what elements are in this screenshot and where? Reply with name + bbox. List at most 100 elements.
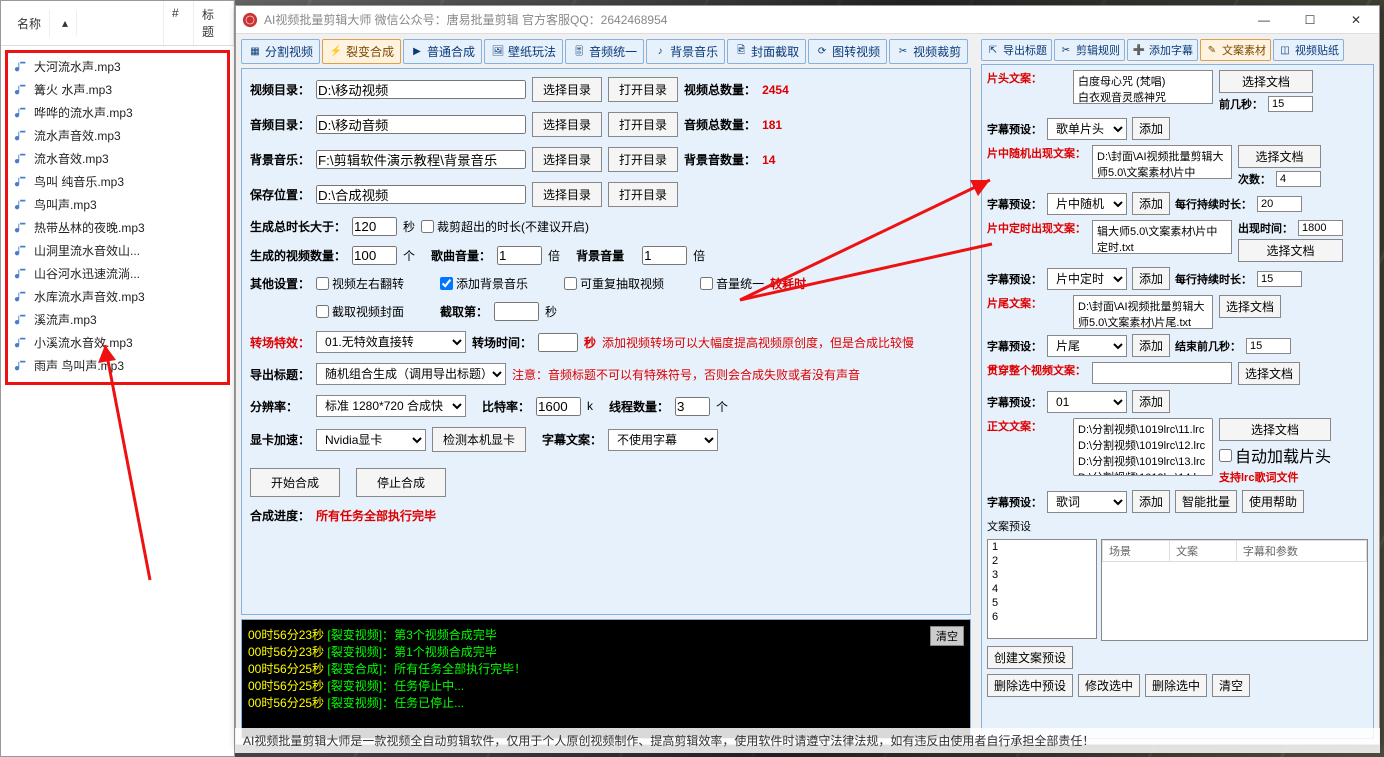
preset1-add-button[interactable]: 添加 bbox=[1132, 117, 1170, 140]
minimize-button[interactable]: — bbox=[1241, 6, 1287, 34]
mid-fixed-textarea[interactable]: 辑大师5.0\文案素材\片中定时.txt bbox=[1092, 220, 1232, 254]
col-name[interactable]: 名称▴ bbox=[1, 1, 164, 45]
preset3-add-button[interactable]: 添加 bbox=[1132, 267, 1170, 290]
tail-choose-button[interactable]: 选择文档 bbox=[1219, 295, 1281, 318]
times-input[interactable] bbox=[1276, 171, 1321, 187]
file-item[interactable]: 流水音效.mp3 bbox=[8, 147, 227, 170]
flip-checkbox[interactable]: 视频左右翻转 bbox=[316, 275, 404, 292]
preset5-select[interactable]: 01 bbox=[1047, 391, 1127, 413]
audio-dir-open-button[interactable]: 打开目录 bbox=[608, 112, 678, 137]
through-textarea[interactable] bbox=[1092, 362, 1232, 384]
preset-item[interactable]: 1 bbox=[988, 540, 1096, 554]
each-dur-input[interactable] bbox=[1257, 196, 1302, 212]
preset-item[interactable]: 2 bbox=[988, 554, 1096, 568]
export-select[interactable]: 随机组合生成（调用导出标题） bbox=[316, 363, 506, 385]
song-vol-input[interactable] bbox=[497, 246, 542, 265]
preset5-add-button[interactable]: 添加 bbox=[1132, 390, 1170, 413]
file-item[interactable]: 流水声音效.mp3 bbox=[8, 124, 227, 147]
maximize-button[interactable]: ☐ bbox=[1287, 6, 1333, 34]
sub-select[interactable]: 不使用字幕 bbox=[608, 429, 718, 451]
preset-grid[interactable]: 场景文案字幕和参数 bbox=[1101, 539, 1368, 641]
preset2-add-button[interactable]: 添加 bbox=[1132, 192, 1170, 215]
log-console[interactable]: 清空 00时56分23秒 [裂变视频]：第3个视频合成完毕00时56分23秒 [… bbox=[241, 619, 971, 739]
file-item[interactable]: 溪流声.mp3 bbox=[8, 308, 227, 331]
tab-普通合成[interactable]: ▶普通合成 bbox=[403, 39, 482, 64]
preset6-add-button[interactable]: 添加 bbox=[1132, 490, 1170, 513]
preset-item[interactable]: 3 bbox=[988, 568, 1096, 582]
add-bgm-checkbox[interactable]: 添加背景音乐 bbox=[440, 275, 528, 292]
file-item[interactable]: 篝火 水声.mp3 bbox=[8, 78, 227, 101]
gpu-select[interactable]: Nvidia显卡 bbox=[316, 429, 426, 451]
file-item[interactable]: 鸟叫 纯音乐.mp3 bbox=[8, 170, 227, 193]
help-button[interactable]: 使用帮助 bbox=[1242, 490, 1304, 513]
head-choose-button[interactable]: 选择文档 bbox=[1219, 70, 1313, 93]
preset6-select[interactable]: 歌词 bbox=[1047, 491, 1127, 513]
tab-视频贴纸[interactable]: ◫视频贴纸 bbox=[1273, 39, 1344, 61]
file-item[interactable]: 小溪流水音效.mp3 bbox=[8, 331, 227, 354]
appear-input[interactable] bbox=[1298, 220, 1343, 236]
video-dir-input[interactable] bbox=[316, 80, 526, 99]
gen-dur-input[interactable] bbox=[352, 217, 397, 236]
tab-添加字幕[interactable]: ➕添加字幕 bbox=[1127, 39, 1198, 61]
del-preset-button[interactable]: 删除选中预设 bbox=[987, 674, 1073, 697]
video-dir-open-button[interactable]: 打开目录 bbox=[608, 77, 678, 102]
mid-rand-choose-button[interactable]: 选择文档 bbox=[1238, 145, 1321, 168]
col-title[interactable]: 标题 bbox=[194, 1, 234, 45]
tab-图转视频[interactable]: ⟳图转视频 bbox=[808, 39, 887, 64]
preset2-select[interactable]: 片中随机 bbox=[1047, 193, 1127, 215]
tab-裂变合成[interactable]: ⚡裂变合成 bbox=[322, 39, 401, 64]
titlebar[interactable]: AI视频批量剪辑大师 微信公众号：唐易批量剪辑 官方客服QQ：264246895… bbox=[236, 6, 1379, 34]
bitrate-input[interactable] bbox=[536, 397, 581, 416]
file-item[interactable]: 哗哗的流水声.mp3 bbox=[8, 101, 227, 124]
del-sel-button[interactable]: 删除选中 bbox=[1145, 674, 1207, 697]
main-listbox[interactable]: D:\分割视频\1019lrc\11.lrcD:\分割视频\1019lrc\12… bbox=[1073, 418, 1213, 476]
preset-item[interactable]: 4 bbox=[988, 582, 1096, 596]
preset3-select[interactable]: 片中定时 bbox=[1047, 268, 1127, 290]
tab-壁纸玩法[interactable]: 🖼壁纸玩法 bbox=[484, 39, 563, 64]
head-textarea[interactable]: 白度母心咒 (梵唱) 白衣观音灵感神咒 bbox=[1073, 70, 1213, 104]
cover-pos-input[interactable] bbox=[494, 302, 539, 321]
save-dir-select-button[interactable]: 选择目录 bbox=[532, 182, 602, 207]
preset1-select[interactable]: 歌单片头 bbox=[1047, 118, 1127, 140]
bgm-dir-select-button[interactable]: 选择目录 bbox=[532, 147, 602, 172]
clear-button[interactable]: 清空 bbox=[1212, 674, 1250, 697]
tab-导出标题[interactable]: ⇱导出标题 bbox=[981, 39, 1052, 61]
main-choose-button[interactable]: 选择文档 bbox=[1219, 418, 1331, 441]
tab-封面截取[interactable]: 🖻封面截取 bbox=[727, 39, 806, 64]
save-dir-open-button[interactable]: 打开目录 bbox=[608, 182, 678, 207]
preset4-select[interactable]: 片尾 bbox=[1047, 335, 1127, 357]
preset-item[interactable]: 5 bbox=[988, 596, 1096, 610]
tab-文案素材[interactable]: ✎文案素材 bbox=[1200, 39, 1271, 61]
trim-over-checkbox[interactable]: 裁剪超出的时长(不建议开启) bbox=[421, 218, 589, 235]
tab-分割视频[interactable]: ▦分割视频 bbox=[241, 39, 320, 64]
transition-select[interactable]: 01.无特效直接转 bbox=[316, 331, 466, 353]
file-item[interactable]: 热带丛林的夜晚.mp3 bbox=[8, 216, 227, 239]
tab-音频统一[interactable]: 🎚音频统一 bbox=[565, 39, 644, 64]
bgm-dir-open-button[interactable]: 打开目录 bbox=[608, 147, 678, 172]
res-select[interactable]: 标准 1280*720 合成快 bbox=[316, 395, 466, 417]
tab-视频裁剪[interactable]: ✂视频裁剪 bbox=[889, 39, 968, 64]
file-item[interactable]: 水库流水声音效.mp3 bbox=[8, 285, 227, 308]
vol-unify-checkbox[interactable]: 音量统一 bbox=[700, 275, 764, 292]
audio-dir-select-button[interactable]: 选择目录 bbox=[532, 112, 602, 137]
preset-listbox[interactable]: 123456 bbox=[987, 539, 1097, 639]
cover-checkbox[interactable]: 截取视频封面 bbox=[316, 303, 404, 320]
start-button[interactable]: 开始合成 bbox=[250, 468, 340, 497]
mid-rand-textarea[interactable]: D:\封面\AI视频批量剪辑大师5.0\文案素材\片中 bbox=[1092, 145, 1232, 179]
smart-batch-button[interactable]: 智能批量 bbox=[1175, 490, 1237, 513]
close-button[interactable]: ✕ bbox=[1333, 6, 1379, 34]
preset-item[interactable]: 6 bbox=[988, 610, 1096, 624]
tab-背景音乐[interactable]: ♪背景音乐 bbox=[646, 39, 725, 64]
create-preset-button[interactable]: 创建文案预设 bbox=[987, 646, 1073, 669]
through-choose-button[interactable]: 选择文档 bbox=[1238, 362, 1300, 385]
preset4-add-button[interactable]: 添加 bbox=[1132, 334, 1170, 357]
tail-textarea[interactable]: D:\封面\AI视频批量剪辑大师5.0\文案素材\片尾.txt bbox=[1073, 295, 1213, 329]
gen-cnt-input[interactable] bbox=[352, 246, 397, 265]
auto-load-checkbox[interactable]: 自动加载片头 bbox=[1219, 443, 1331, 467]
video-dir-select-button[interactable]: 选择目录 bbox=[532, 77, 602, 102]
repeat-checkbox[interactable]: 可重复抽取视频 bbox=[564, 275, 664, 292]
file-item[interactable]: 鸟叫声.mp3 bbox=[8, 193, 227, 216]
pre-sec-input[interactable] bbox=[1268, 96, 1313, 112]
mid-fixed-choose-button[interactable]: 选择文档 bbox=[1238, 239, 1343, 262]
save-dir-input[interactable] bbox=[316, 185, 526, 204]
